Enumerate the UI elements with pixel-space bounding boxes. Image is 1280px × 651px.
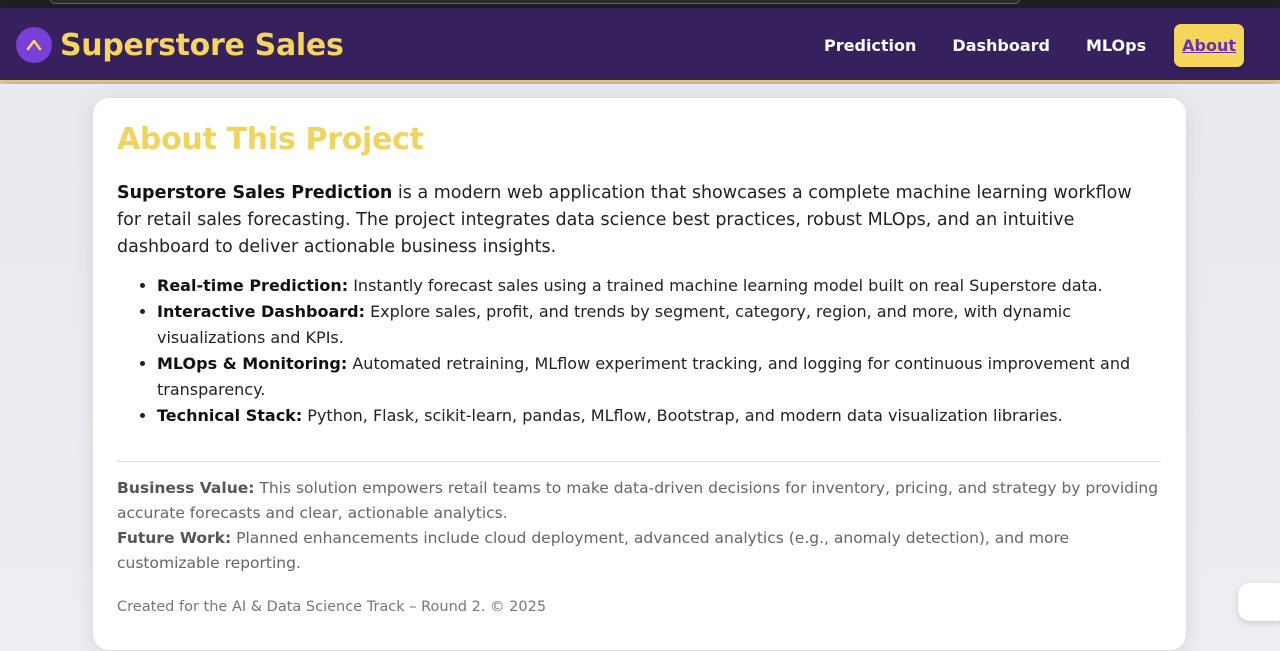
- business-value-text: This solution empowers retail teams to m…: [117, 479, 1159, 522]
- about-card: About This Project Superstore Sales Pred…: [93, 98, 1186, 650]
- intro-bold: Superstore Sales Prediction: [117, 183, 393, 203]
- chevron-up-icon: [16, 27, 52, 63]
- brand[interactable]: Superstore Sales: [16, 27, 344, 63]
- nav-link-about[interactable]: About: [1174, 23, 1244, 67]
- brand-title: Superstore Sales: [60, 27, 344, 63]
- feature-title: Real-time Prediction:: [157, 276, 349, 295]
- feature-title: Technical Stack:: [157, 406, 303, 425]
- divider: [117, 461, 1161, 462]
- nav-link-mlops[interactable]: MLOps: [1068, 36, 1164, 55]
- browser-top-strip: [0, 0, 1280, 8]
- intro-paragraph: Superstore Sales Prediction is a modern …: [117, 180, 1157, 261]
- list-item: Interactive Dashboard: Explore sales, pr…: [157, 299, 1167, 351]
- feature-title: MLOps & Monitoring:: [157, 354, 348, 373]
- future-work-label: Future Work:: [117, 529, 232, 547]
- feature-list: Real-time Prediction: Instantly forecast…: [157, 273, 1167, 429]
- list-item: Real-time Prediction: Instantly forecast…: [157, 273, 1167, 299]
- nav-link-prediction[interactable]: Prediction: [806, 36, 934, 55]
- feature-text: Instantly forecast sales using a trained…: [348, 276, 1103, 295]
- footer-credit: Created for the AI & Data Science Track …: [117, 599, 547, 615]
- future-work-text: Planned enhancements include cloud deplo…: [117, 529, 1070, 572]
- business-value-label: Business Value:: [117, 479, 255, 497]
- nav-link-dashboard[interactable]: Dashboard: [934, 36, 1068, 55]
- list-item: Technical Stack: Python, Flask, scikit-l…: [157, 403, 1167, 429]
- navbar: Superstore Sales Prediction Dashboard ML…: [0, 8, 1280, 82]
- business-future-note: Business Value: This solution empowers r…: [117, 476, 1161, 576]
- feature-title: Interactive Dashboard:: [157, 302, 365, 321]
- nav-links: Prediction Dashboard MLOps About: [806, 22, 1244, 68]
- feature-text: Python, Flask, scikit-learn, pandas, MLf…: [302, 406, 1063, 425]
- browser-address-bar[interactable]: [50, 0, 1020, 4]
- list-item: MLOps & Monitoring: Automated retraining…: [157, 351, 1167, 403]
- chat-bubble-icon[interactable]: [1238, 583, 1280, 621]
- page-title: About This Project: [117, 122, 424, 157]
